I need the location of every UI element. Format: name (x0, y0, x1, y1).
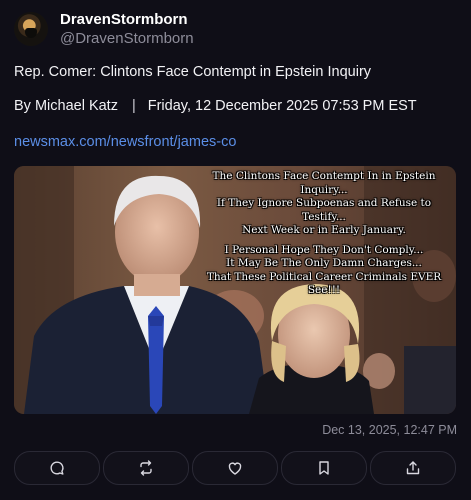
author-names: DravenStormborn @DravenStormborn (60, 10, 194, 49)
post-headline: Rep. Comer: Clintons Face Contempt in Ep… (14, 64, 372, 80)
caption-paragraph-2: I Personal Hope They Don't Comply... It … (196, 244, 452, 298)
article-link[interactable]: newsmax.com/newsfront/james-co (14, 134, 236, 150)
caption-line: I Personal Hope They Don't Comply... (224, 243, 424, 256)
like-button[interactable] (192, 451, 278, 485)
bookmark-button[interactable] (281, 451, 367, 485)
image-caption: The Clintons Face Contempt In in Epstein… (196, 170, 452, 304)
caption-line: Next Week or in Early January. (242, 224, 406, 236)
reply-button[interactable] (14, 451, 100, 485)
post-header: DravenStormborn @DravenStormborn (14, 8, 194, 50)
caption-line: It May Be The Only Damn Charges... (226, 257, 422, 269)
post-card: DravenStormborn @DravenStormborn Rep. Co… (0, 0, 471, 500)
caption-line: That These Political Career Criminals EV… (206, 270, 442, 297)
caption-line: If They Ignore Subpoenas and Refuse to T… (216, 197, 432, 223)
share-icon (406, 461, 420, 475)
post-image[interactable]: The Clintons Face Contempt In in Epstein… (14, 166, 456, 414)
post-byline: By Michael Katz | Friday, 12 December 2025… (14, 98, 417, 114)
author-handle[interactable]: @DravenStormborn (60, 29, 194, 49)
repost-icon (140, 460, 152, 476)
author-display-name[interactable]: DravenStormborn (60, 10, 194, 29)
reply-icon (50, 461, 64, 475)
share-button[interactable] (370, 451, 456, 485)
post-timestamp[interactable]: Dec 13, 2025, 12:47 PM (322, 423, 457, 437)
bookmark-icon (319, 461, 329, 475)
repost-button[interactable] (103, 451, 189, 485)
caption-paragraph-1: The Clintons Face Contempt In in Epstein… (196, 170, 452, 238)
action-bar (14, 451, 456, 485)
byline-date: Friday, 12 December 2025 07:53 PM EST (147, 98, 417, 114)
byline-separator: | (131, 98, 136, 114)
caption-line: The Clintons Face Contempt In in Epstein… (212, 170, 436, 196)
byline-author: By Michael Katz (14, 98, 118, 114)
heart-icon (228, 462, 242, 475)
avatar[interactable] (14, 12, 48, 46)
